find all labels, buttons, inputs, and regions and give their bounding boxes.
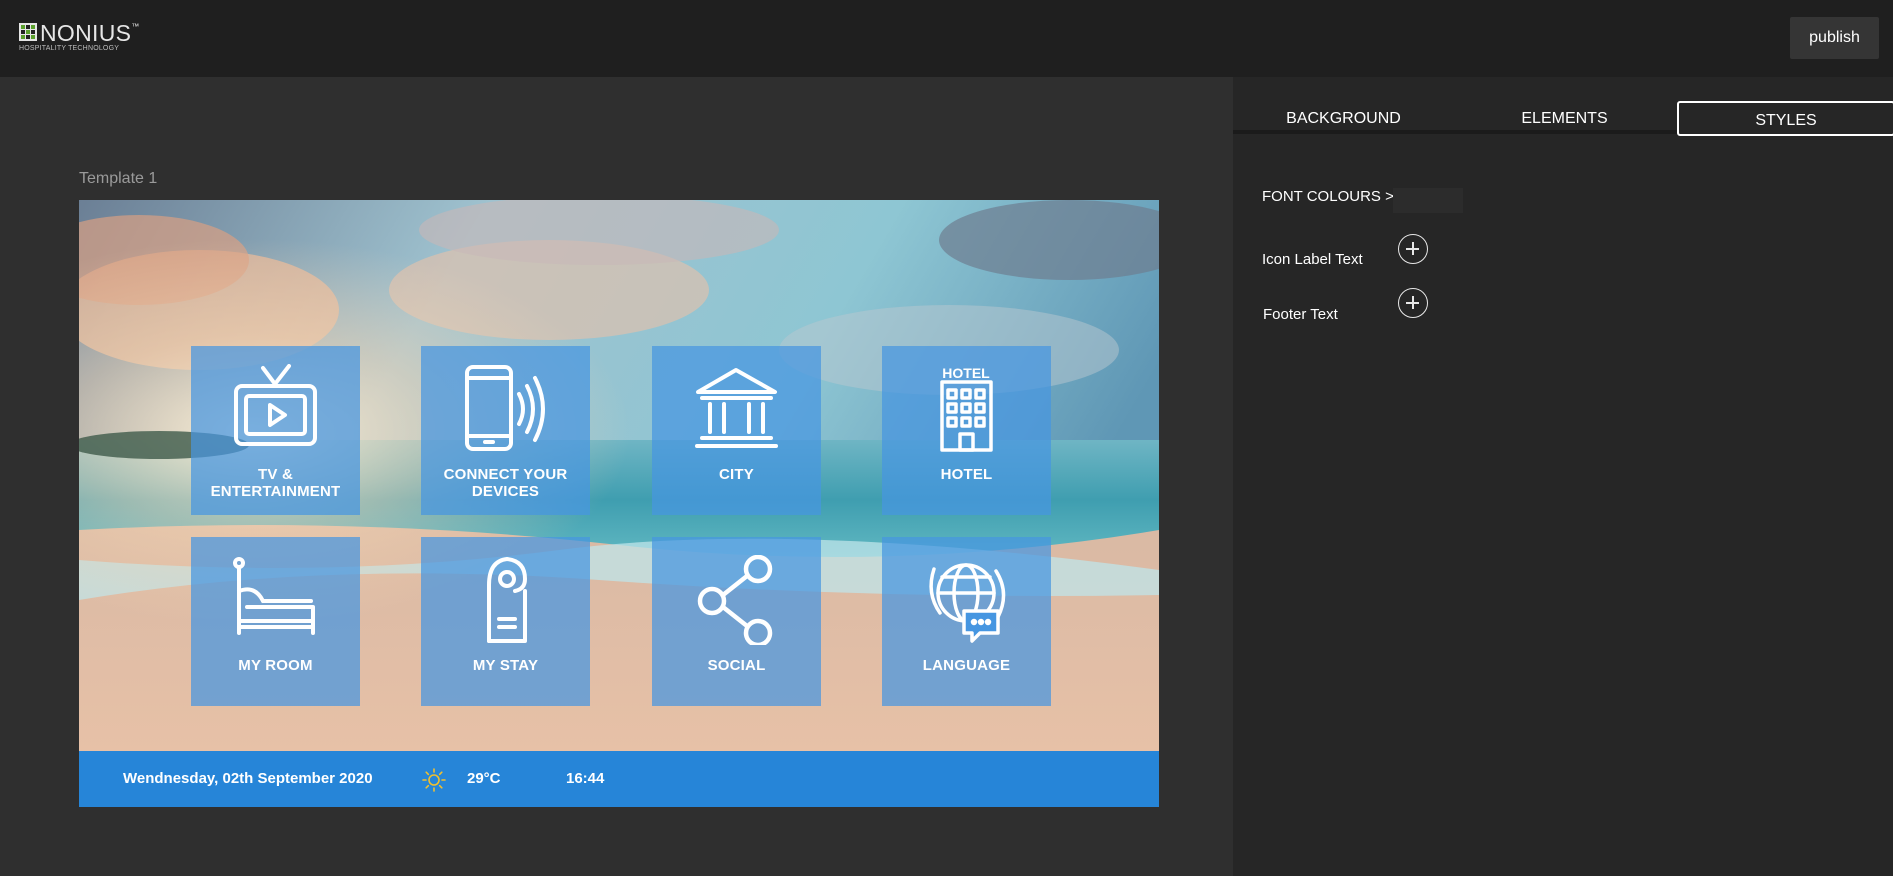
font-colours-heading[interactable]: FONT COLOURS > <box>1262 188 1394 205</box>
template-footer: Wendnesday, 02th September 2020 29°C 16:… <box>79 751 1159 807</box>
logo-tagline: HOSPITALITY TECHNOLOGY <box>19 45 120 52</box>
tile-label: CITY <box>719 466 754 483</box>
tile-label: CONNECT YOUR DEVICES <box>443 466 568 500</box>
tab-styles[interactable]: STYLES <box>1677 101 1893 136</box>
footer-text-label: Footer Text <box>1263 306 1338 323</box>
tile-hotel[interactable]: HOTEL HOTEL <box>882 346 1051 515</box>
share-icon <box>697 555 773 645</box>
top-bar: NONIUS™ HOSPITALITY TECHNOLOGY publish <box>0 0 1893 77</box>
font-colours-swatch <box>1393 188 1463 213</box>
tile-my-room[interactable]: MY ROOM <box>191 537 360 706</box>
publish-button[interactable]: publish <box>1790 17 1879 59</box>
template-preview: TV & ENTERTAINMENT CONNECT YOUR DEVICES CI… <box>79 200 1159 807</box>
footer-date: Wendnesday, 02th September 2020 <box>123 770 373 787</box>
tile-label: HOTEL <box>940 466 993 483</box>
sun-icon <box>422 768 446 792</box>
tile-city[interactable]: CITY <box>652 346 821 515</box>
footer-temperature: 29°C <box>467 770 501 787</box>
panel-tabs: BACKGROUND ELEMENTS STYLES <box>1233 77 1893 137</box>
properties-panel: BACKGROUND ELEMENTS STYLES FONT COLOURS … <box>1233 77 1893 876</box>
tile-label: MY STAY <box>472 657 539 674</box>
smartphone-icon <box>465 365 545 451</box>
icon-label-text-label: Icon Label Text <box>1262 251 1363 268</box>
hotel-building-icon: HOTEL <box>940 365 993 452</box>
tile-label: MY ROOM <box>238 657 313 674</box>
museum-icon <box>695 368 778 448</box>
tile-label: SOCIAL <box>707 657 766 674</box>
tile-my-stay[interactable]: MY STAY <box>421 537 590 706</box>
tile-label: LANGUAGE <box>922 657 1011 674</box>
tv-icon <box>234 364 317 446</box>
door-hanger-icon <box>487 557 527 643</box>
tab-background[interactable]: BACKGROUND <box>1233 101 1454 136</box>
tile-label: TV & ENTERTAINMENT <box>210 466 341 500</box>
logo-mark-icon <box>19 23 37 41</box>
tab-elements[interactable]: ELEMENTS <box>1454 101 1675 136</box>
tile-social[interactable]: SOCIAL <box>652 537 821 706</box>
globe-language-icon <box>929 563 1006 643</box>
logo-brand: NONIUS™ <box>40 20 140 46</box>
tile-language[interactable]: LANGUAGE <box>882 537 1051 706</box>
bed-icon <box>233 557 315 635</box>
footer-time: 16:44 <box>566 770 605 787</box>
add-footer-colour-button[interactable] <box>1398 288 1428 318</box>
svg-text:HOTEL: HOTEL <box>942 365 990 381</box>
tile-connect-your-devices[interactable]: CONNECT YOUR DEVICES <box>421 346 590 515</box>
template-title: Template 1 <box>79 170 158 187</box>
add-icon-label-colour-button[interactable] <box>1398 234 1428 264</box>
tile-tv-entertainment[interactable]: TV & ENTERTAINMENT <box>191 346 360 515</box>
